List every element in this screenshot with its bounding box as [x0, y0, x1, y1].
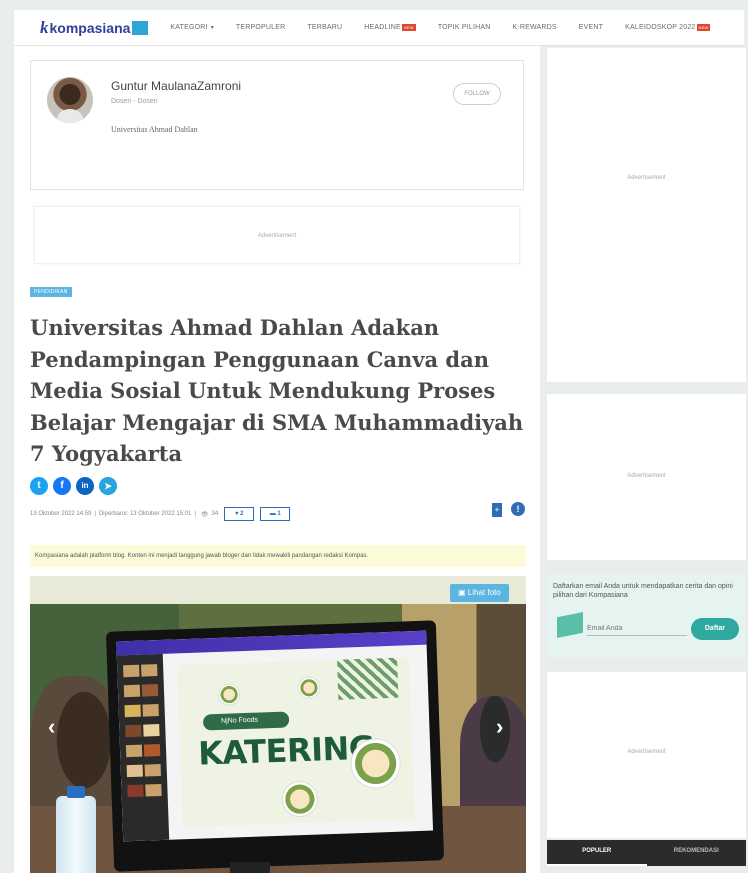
design-heading: KATERING: [197, 728, 376, 773]
canva-sidebar: [116, 653, 170, 842]
tab-populer[interactable]: Populer: [547, 840, 647, 866]
author-name[interactable]: Guntur MaulanaZamroni: [111, 79, 241, 93]
monitor-stand: [230, 862, 270, 873]
author-card: Guntur MaulanaZamroni Dosen - Dosen Univ…: [30, 60, 524, 190]
logo-mark: k: [40, 17, 49, 37]
follow-button[interactable]: Follow: [453, 83, 501, 105]
nav-headline[interactable]: Headline NEW: [364, 24, 416, 31]
view-photo-button[interactable]: ▣ Lihat foto: [450, 584, 509, 602]
nav-terbaru[interactable]: Terbaru: [307, 24, 342, 31]
eye-icon: 👁: [200, 511, 209, 518]
meta-separator: |: [194, 511, 196, 517]
canva-design: NjNo Foods KATERING: [177, 657, 415, 828]
article-title: Universitas Ahmad Dahlan Adakan Pendampi…: [30, 315, 524, 466]
facebook-icon[interactable]: f: [53, 477, 71, 495]
logo-text: kompasiana: [49, 19, 131, 36]
tab-rekomendasi[interactable]: Rekomendasi: [647, 840, 747, 866]
bookmark-icon[interactable]: +: [492, 503, 502, 517]
new-badge: NEW: [696, 24, 711, 31]
newsletter-box: Daftarkan email Anda untuk mendapatkan c…: [547, 574, 746, 658]
photo-person: [460, 696, 526, 806]
avatar[interactable]: [47, 77, 93, 123]
nav-event[interactable]: Event: [579, 24, 603, 31]
envelope-icon: [557, 612, 583, 638]
chevron-right-icon[interactable]: ›: [496, 714, 503, 740]
nav-topik-pilihan[interactable]: Topik Pilihan: [438, 24, 491, 31]
nav-kategori[interactable]: Kategori ▾: [170, 24, 213, 31]
design-pattern: [337, 657, 399, 700]
comment-button[interactable]: ▬ 1: [260, 507, 291, 521]
new-badge: NEW: [401, 24, 416, 31]
share-bar: t f in ➤: [30, 477, 122, 495]
article-meta: 13 Oktober 2022 14:59 | Diperbarui: 13 O…: [30, 507, 291, 521]
top-navbar: k kompasiana Kategori ▾ Terpopuler Terbar…: [14, 10, 744, 46]
nav-krewards[interactable]: K-Rewards: [512, 24, 556, 31]
like-count: 2: [240, 511, 244, 517]
image-icon: ▣: [458, 588, 468, 597]
telegram-icon[interactable]: ➤: [99, 477, 117, 495]
publish-date: 13 Oktober 2022 14:59: [30, 511, 92, 517]
newsletter-text: Daftarkan email Anda untuk mendapatkan c…: [553, 583, 733, 599]
design-food-image: [217, 683, 241, 706]
email-input[interactable]: [587, 622, 687, 636]
canva-toolbar: [116, 630, 427, 656]
monitor-screen: NjNo Foods KATERING: [116, 630, 434, 842]
sidebar-advertisement[interactable]: Advertisement: [547, 394, 746, 560]
design-food-image: [349, 737, 402, 790]
twitter-icon[interactable]: t: [30, 477, 48, 495]
sidebar-tabs: Populer Rekomendasi: [547, 840, 746, 866]
linkedin-icon[interactable]: in: [76, 477, 94, 495]
chevron-down-icon: ▾: [210, 25, 214, 31]
author-role: Dosen - Dosen: [111, 98, 158, 105]
category-badge[interactable]: Pendidikan: [30, 287, 72, 297]
report-icon[interactable]: !: [511, 502, 525, 516]
subscribe-button[interactable]: Daftar: [691, 618, 739, 640]
comment-icon: ▬: [269, 511, 278, 517]
comment-count: 1: [277, 511, 281, 517]
sidebar-advertisement[interactable]: Advertisement: [547, 48, 746, 382]
meta-separator: |: [94, 511, 96, 517]
chevron-left-icon[interactable]: ‹: [48, 714, 55, 740]
advertisement-banner[interactable]: Advertisement: [34, 206, 520, 264]
design-food-image: [297, 676, 321, 700]
like-button[interactable]: ♥ 2: [224, 507, 255, 521]
kompasiana-logo[interactable]: k kompasiana: [40, 17, 149, 38]
nav-kaleidoskop[interactable]: Kaleidoskop 2022 NEW: [625, 24, 711, 31]
view-count: 34: [211, 511, 219, 517]
article-column: Guntur MaulanaZamroni Dosen - Dosen Univ…: [14, 46, 540, 873]
article-photo[interactable]: NjNo Foods KATERING ‹ › ▣ Lihat foto: [30, 576, 526, 873]
photo-bottle: [56, 786, 96, 873]
sidebar-advertisement[interactable]: Advertisement: [547, 672, 746, 838]
updated-date: Diperbarui: 13 Oktober 2022 15:01: [98, 511, 192, 517]
author-bio: Universitas Ahmad Dahlan: [111, 125, 198, 134]
disclaimer-banner: Kompasiana adalah platform blog. Konten …: [30, 545, 526, 567]
nav-terpopuler[interactable]: Terpopuler: [236, 24, 285, 31]
design-brand-label: NjNo Foods: [202, 711, 290, 731]
photo-monitor: NjNo Foods KATERING: [105, 620, 445, 872]
design-food-image: [281, 780, 319, 818]
logo-badge: [132, 20, 149, 35]
